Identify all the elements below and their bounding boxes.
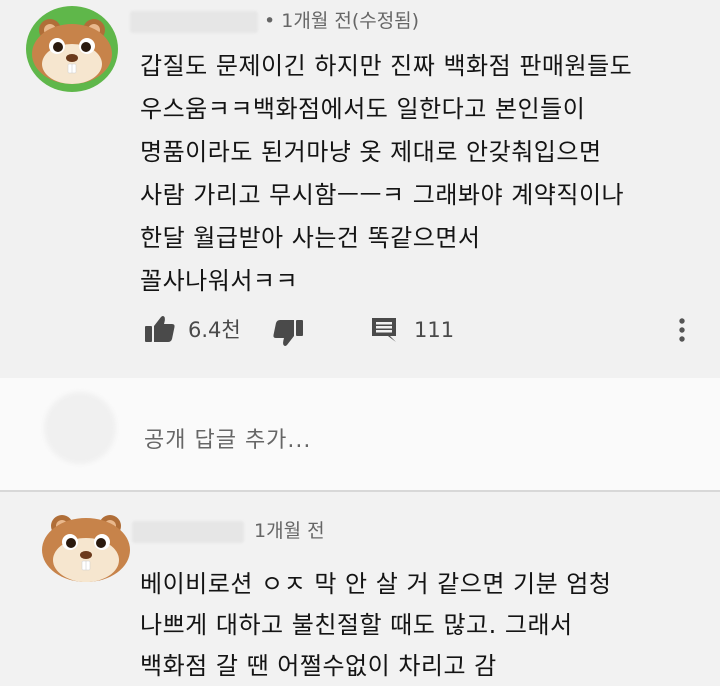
hamster-avatar-icon [42,515,130,582]
thumb-up-icon [144,314,176,344]
avatar[interactable] [26,6,118,92]
replies-button[interactable]: 111 [370,316,454,344]
hamster-avatar-icon [32,19,112,84]
comment-text-line: 우스움ㅋㅋ백화점에서도 일한다고 본인들이 [140,95,586,123]
author-name[interactable] [130,10,258,33]
like-count: 6.4천 [188,318,241,342]
user-avatar [44,392,116,464]
comment-meta: 1개월 전 [132,516,325,543]
comment-text-line: 갑질도 문제이긴 하지만 진짜 백화점 판매원들도 [140,52,633,80]
comment-text-line: 베이비로션 ㅇㅈ 막 안 살 거 같으면 기분 엄청 [140,570,612,598]
comment-icon [370,316,398,344]
reply-count: 111 [414,318,455,342]
reply-box [0,378,720,490]
comment-meta: • 1개월 전(수정됨) [130,6,419,33]
like-button[interactable]: 6.4천 [144,314,241,344]
dislike-button[interactable] [272,318,304,348]
comment-text-line: 한달 월급받아 사는건 똑같으면서 [140,224,481,252]
thumb-down-icon [272,318,304,348]
author-name[interactable] [132,520,244,543]
comment-text-line: 꼴사나워서ㅋㅋ [140,267,299,295]
comment-text-line: 나쁘게 대하고 불친절할 때도 많고. 그래서 [140,611,573,639]
avatar[interactable] [38,506,134,592]
comment-time: • 1개월 전(수정됨) [264,10,420,32]
more-vertical-icon [678,316,686,344]
comment-text-line: 사람 가리고 무시함ㅡㅡㅋ 그래봐야 계약직이나 [140,181,625,209]
reply-input[interactable]: 공개 답글 추가... [144,422,311,454]
comment-text-line: 명품이라도 된거마냥 옷 제대로 안갖춰입으면 [140,138,602,166]
comment-2: 1개월 전 베이비로션 ㅇㅈ 막 안 살 거 같으면 기분 엄청 나쁘게 대하고… [0,490,720,686]
more-options-button[interactable] [678,316,686,344]
comment-text-line: 백화점 갈 땐 어쩔수없이 차리고 감 [140,652,497,680]
comment-time: 1개월 전 [254,520,325,542]
comment-1: • 1개월 전(수정됨) 갑질도 문제이긴 하지만 진짜 백화점 판매원들도 우… [0,0,720,378]
